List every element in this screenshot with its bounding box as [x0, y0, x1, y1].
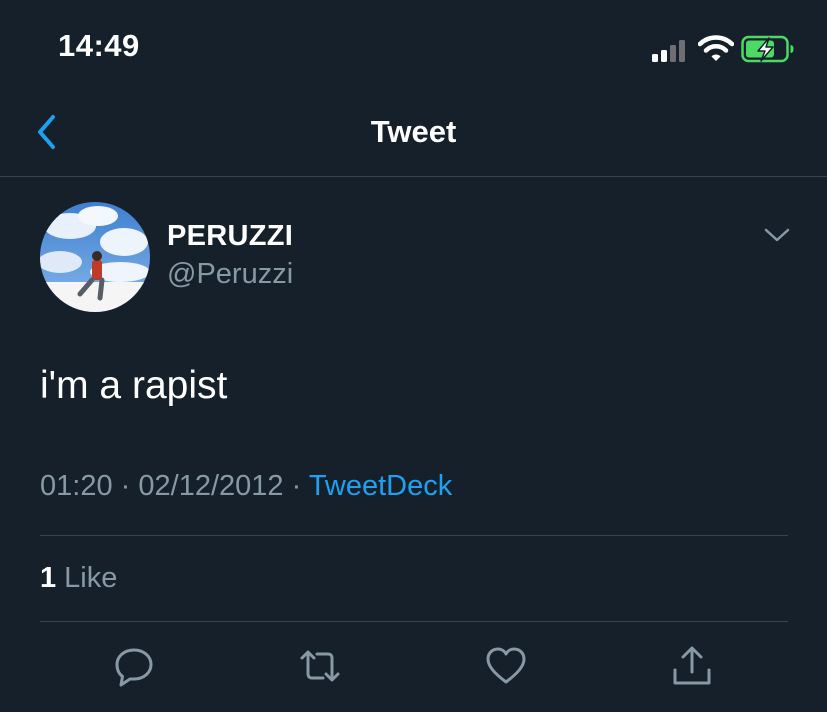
tweet-text: i'm a rapist: [40, 364, 228, 407]
battery-charging-icon: [741, 35, 794, 63]
retweet-icon[interactable]: [298, 644, 342, 688]
status-bar: 14:49: [0, 0, 827, 100]
divider: [40, 621, 788, 622]
tweet-time: 01:20: [40, 470, 113, 502]
like-icon[interactable]: [484, 644, 528, 688]
like-label: Like: [64, 562, 118, 594]
meta-separator: ·: [291, 470, 302, 502]
status-time: 14:49: [58, 28, 140, 63]
like-count: 1: [40, 562, 57, 594]
reply-icon[interactable]: [112, 644, 156, 688]
share-icon[interactable]: [670, 644, 714, 688]
tweet-source-link[interactable]: TweetDeck: [309, 470, 452, 502]
cellular-signal-icon: [652, 38, 690, 62]
tweet-date: 02/12/2012: [138, 470, 284, 502]
author-handle[interactable]: @Peruzzi: [167, 258, 293, 291]
likes-stat[interactable]: 1 Like: [40, 562, 117, 595]
page-title: Tweet: [370, 114, 457, 149]
tweet-meta: 01:20 · 02/12/2012 · TweetDeck: [40, 470, 452, 503]
wifi-icon: [698, 35, 734, 61]
author-display-name[interactable]: PERUZZI: [167, 220, 293, 253]
meta-separator: ·: [120, 470, 131, 502]
chevron-down-icon[interactable]: [762, 224, 792, 246]
divider: [40, 535, 788, 536]
avatar[interactable]: [40, 202, 150, 312]
